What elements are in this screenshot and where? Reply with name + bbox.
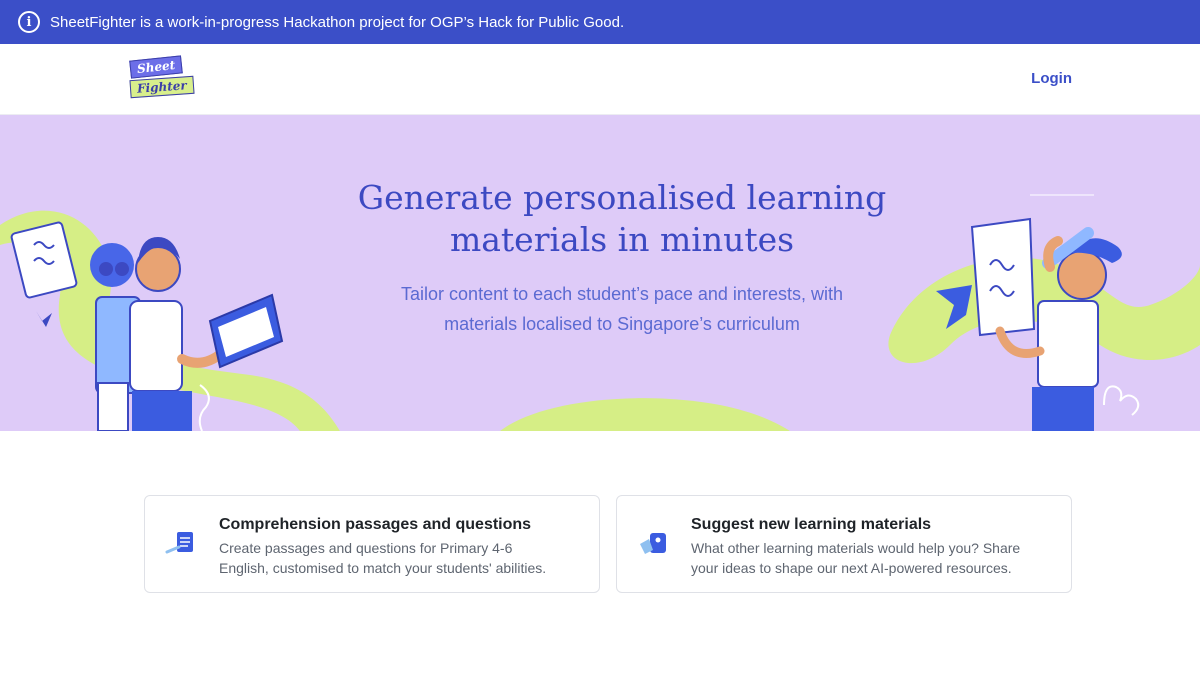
info-icon: i	[18, 11, 40, 33]
tag-icon	[640, 533, 666, 554]
banner-text: SheetFighter is a work-in-progress Hacka…	[50, 13, 625, 31]
info-banner: i SheetFighter is a work-in-progress Hac…	[0, 0, 1200, 44]
logo-text-bottom: Fighter	[129, 75, 195, 99]
hero-title-line-2: materials in minutes	[449, 220, 795, 259]
card-description-line-1: Create passages and questions for Primar…	[219, 540, 513, 556]
hero-illustration	[0, 194, 1200, 431]
hero-subtitle-line-2: materials localised to Singapore’s curri…	[444, 314, 800, 334]
hero-section: Generate personalised learning materials…	[0, 115, 1200, 431]
hero-title-line-1: Generate personalised learning	[357, 178, 887, 217]
hero-subtitle-line-1: Tailor content to each student’s pace an…	[401, 284, 843, 304]
card-title: Suggest new learning materials	[691, 516, 932, 533]
card-description-line-2: English, customised to match your studen…	[219, 560, 547, 576]
login-link[interactable]: Login	[1031, 70, 1072, 87]
card-description-line-2: your ideas to shape our next AI-powered …	[691, 560, 1012, 576]
site-header: Sheet Fighter Login	[0, 44, 1200, 115]
hero-subtitle: Tailor content to each student’s pace an…	[370, 279, 874, 339]
card-description: Create passages and questions for Primar…	[219, 538, 583, 578]
hero-title: Generate personalised learning materials…	[350, 177, 894, 261]
comprehension-card[interactable]: Comprehension passages and questions Cre…	[144, 495, 600, 593]
suggest-materials-card[interactable]: Suggest new learning materials What othe…	[616, 495, 1072, 593]
card-description-line-1: What other learning materials would help…	[691, 540, 1021, 556]
logo-text-top: Sheet	[129, 55, 184, 79]
card-title: Comprehension passages and questions	[219, 516, 532, 533]
document-icon	[165, 532, 193, 554]
sheetfighter-logo[interactable]: Sheet Fighter	[128, 55, 195, 102]
card-description: What other learning materials would help…	[691, 538, 1055, 578]
